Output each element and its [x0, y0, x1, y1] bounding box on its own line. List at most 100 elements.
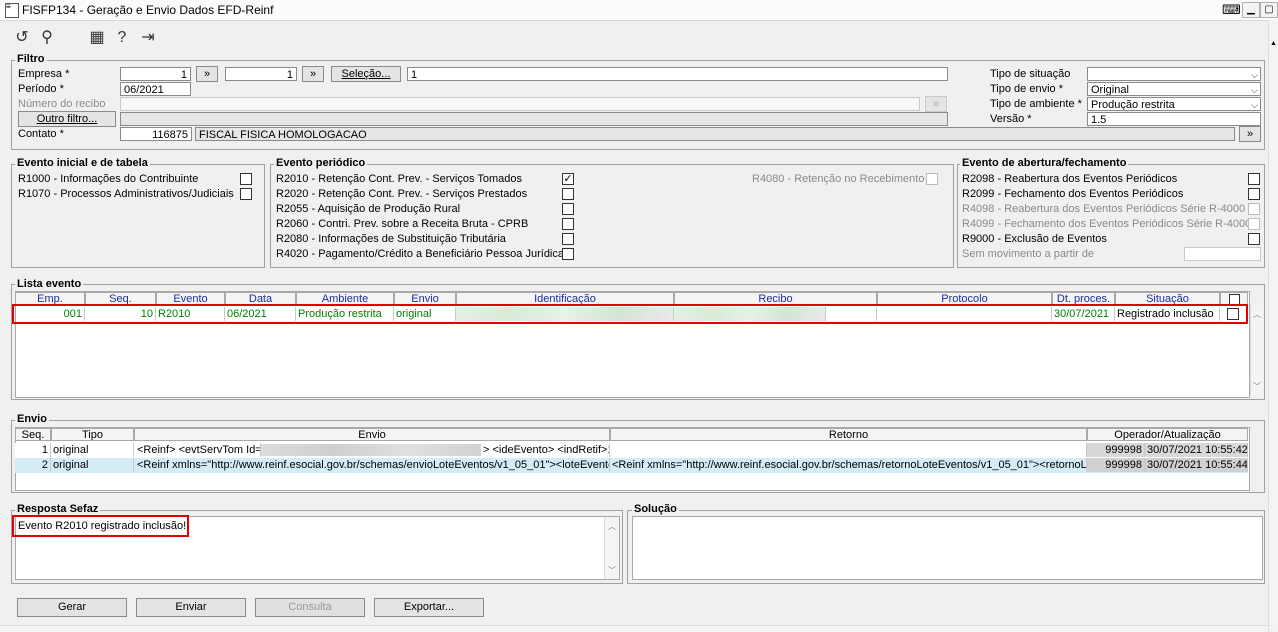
tipo-ambiente-label: Tipo de ambiente *: [990, 98, 1082, 110]
r4020-label: R4020 - Pagamento/Crédito a Beneficiário…: [276, 248, 564, 260]
tipo-ambiente-select[interactable]: Produção restrita ⌵: [1087, 97, 1261, 111]
evento-periodico-title: Evento periódico: [274, 157, 368, 169]
r9000-checkbox[interactable]: [1248, 233, 1260, 245]
r4098-checkbox: [1248, 203, 1260, 215]
tipo-envio-value: Original: [1091, 84, 1129, 96]
periodo-input[interactable]: 06/2021: [120, 82, 191, 96]
r2098-checkbox[interactable]: [1248, 173, 1260, 185]
envio-col-operador[interactable]: Operador/Atualização: [1087, 428, 1248, 441]
scroll-up-icon[interactable]: ︿: [608, 521, 616, 532]
sem-movimento-label: Sem movimento a partir de: [962, 248, 1095, 260]
tipo-envio-select[interactable]: Original ⌵: [1087, 82, 1261, 96]
enviar-button[interactable]: Enviar: [136, 598, 246, 617]
r4099-checkbox: [1248, 218, 1260, 230]
r1000-checkbox[interactable]: [240, 173, 252, 185]
consulta-button: Consulta: [255, 598, 365, 617]
recibo-input[interactable]: [120, 97, 920, 111]
envio-col-tipo[interactable]: Tipo: [51, 428, 134, 441]
r2010-checkbox[interactable]: ✓: [562, 173, 574, 185]
row-highlight: [12, 304, 1248, 324]
envio-title: Envio: [15, 413, 49, 425]
recibo-label: Número do recibo: [18, 98, 106, 110]
contato-label: Contato *: [18, 128, 64, 140]
r2098-label: R2098 - Reabertura dos Eventos Periódico…: [962, 173, 1178, 185]
r1070-checkbox[interactable]: [240, 188, 252, 200]
minimize-button[interactable]: ▁: [1242, 2, 1260, 18]
envio-cell-retorno: <Reinf xmlns="http://www.reinf.esocial.g…: [612, 458, 1087, 472]
sem-movimento-input[interactable]: [1184, 247, 1261, 261]
r2020-checkbox[interactable]: [562, 188, 574, 200]
tipo-ambiente-value: Produção restrita: [1091, 99, 1175, 111]
r2060-checkbox[interactable]: [562, 218, 574, 230]
tipo-situacao-select[interactable]: ⌵: [1087, 67, 1261, 81]
r2099-checkbox[interactable]: [1248, 188, 1260, 200]
envio-cell-envio-a: <Reinf> <evtServTom Id="I: [134, 443, 261, 457]
window-scrollbar[interactable]: ▲: [1268, 20, 1278, 631]
keyboard-icon[interactable]: ⌨: [1222, 2, 1241, 18]
r4020-checkbox[interactable]: [562, 248, 574, 260]
r2099-label: R2099 - Fechamento dos Eventos Periódico…: [962, 188, 1184, 200]
contato-code-input[interactable]: 116875: [120, 127, 192, 141]
r1000-label: R1000 - Informações do Contribuinte: [18, 173, 199, 185]
empresa-from-lookup-button[interactable]: »: [196, 66, 218, 82]
resposta-text: Evento R2010 registrado inclusão!: [18, 520, 187, 532]
envio-cell-atualizacao: 30/07/2021 10:55:42: [1145, 443, 1248, 457]
r4080-label: R4080 - Retenção no Recebimento: [752, 173, 925, 185]
help-icon[interactable]: ?: [112, 28, 132, 48]
solucao-textarea[interactable]: [632, 516, 1263, 580]
envio-col-envio[interactable]: Envio: [134, 428, 610, 441]
versao-label: Versão *: [990, 113, 1032, 125]
chevron-down-icon: ⌵: [1251, 100, 1258, 110]
contato-name-input: FISCAL FISICA HOMOLOGACAO: [195, 127, 1235, 141]
lista-evento-scrollbar[interactable]: ︿ ﹀: [1250, 305, 1263, 395]
select-all-checkbox[interactable]: [1228, 293, 1240, 304]
envio-cell-operador: 999998: [1087, 443, 1145, 457]
tipo-envio-label: Tipo de envio *: [990, 83, 1063, 95]
versao-input[interactable]: 1.5: [1087, 112, 1261, 126]
scroll-down-icon[interactable]: ﹀: [1253, 381, 1261, 392]
calendar-icon[interactable]: ▦: [87, 28, 107, 48]
r4080-checkbox: [926, 173, 938, 185]
evento-abertura-title: Evento de abertura/fechamento: [960, 157, 1129, 169]
exit-icon[interactable]: ⇥: [138, 28, 158, 48]
search-icon[interactable]: ⚲: [37, 28, 57, 48]
empresa-to-input[interactable]: 1: [225, 67, 297, 81]
scroll-up-icon[interactable]: ▲: [1270, 40, 1277, 47]
recibo-lookup-button[interactable]: »: [925, 96, 947, 112]
outro-filtro-button[interactable]: Outro filtro...: [18, 111, 116, 127]
gerar-button[interactable]: Gerar: [17, 598, 127, 617]
r9000-label: R9000 - Exclusão de Eventos: [962, 233, 1107, 245]
contato-lookup-button[interactable]: »: [1239, 126, 1261, 142]
scroll-up-icon[interactable]: ︿: [1253, 309, 1261, 320]
empresa-to-lookup-button[interactable]: »: [302, 66, 324, 82]
undo-icon[interactable]: ↺: [12, 28, 32, 48]
resposta-scrollbar[interactable]: ︿ ﹀: [604, 517, 619, 579]
r2080-label: R2080 - Informações de Substituição Trib…: [276, 233, 506, 245]
r2060-label: R2060 - Contri. Prev. sobre a Receita Br…: [276, 218, 529, 230]
envio-col-retorno[interactable]: Retorno: [610, 428, 1087, 441]
selecao-button[interactable]: Seleção...: [331, 66, 401, 82]
envio-cell-envio-b: > <ideEvento> <indRetif>1: [483, 443, 610, 457]
envio-cell-tipo: original: [51, 443, 134, 457]
envio-cell-tipo: original: [51, 458, 134, 472]
envio-cell-seq: 1: [15, 443, 51, 457]
maximize-button[interactable]: ▢: [1260, 2, 1278, 18]
r4098-label: R4098 - Reabertura dos Eventos Periódico…: [962, 203, 1246, 215]
envio-col-seq[interactable]: Seq.: [15, 428, 51, 441]
r2055-label: R2055 - Aquisição de Produção Rural: [276, 203, 461, 215]
envio-row-1[interactable]: 1 original <Reinf> <evtServTom Id="I > <…: [15, 443, 1248, 459]
r2055-checkbox[interactable]: [562, 203, 574, 215]
exportar-button[interactable]: Exportar...: [374, 598, 484, 617]
filtro-title: Filtro: [15, 53, 47, 65]
envio-cell-envio: <Reinf xmlns="http://www.reinf.esocial.g…: [134, 458, 610, 472]
empresa-from-input[interactable]: 1: [120, 67, 191, 81]
chevron-down-icon: ⌵: [1251, 85, 1258, 95]
evento-inicial-title: Evento inicial e de tabela: [15, 157, 150, 169]
envio-cell-atualizacao: 30/07/2021 10:55:44: [1145, 458, 1248, 472]
selecao-value-input[interactable]: 1: [407, 67, 948, 81]
tipo-situacao-label: Tipo de situação: [990, 68, 1071, 80]
r2080-checkbox[interactable]: [562, 233, 574, 245]
envio-row-2[interactable]: 2 original <Reinf xmlns="http://www.rein…: [15, 458, 1248, 473]
scroll-down-icon[interactable]: ﹀: [608, 565, 616, 576]
solucao-title: Solução: [632, 503, 679, 515]
